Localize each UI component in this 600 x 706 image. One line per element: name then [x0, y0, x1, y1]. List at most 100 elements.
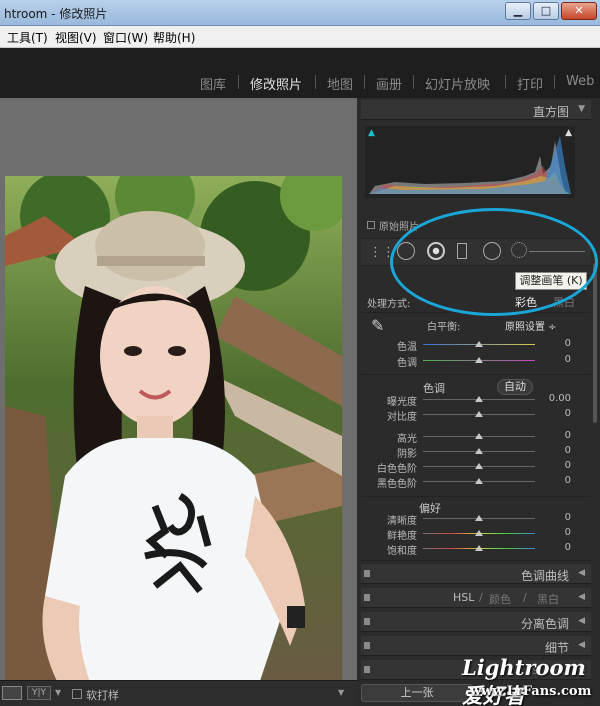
auto-tone-button[interactable]: 自动 [497, 379, 533, 395]
highlight-ellipse [390, 208, 598, 316]
show-original-checkbox[interactable] [367, 221, 375, 229]
slider-label: 曝光度 [387, 397, 417, 408]
treatment-label: 处理方式: [367, 299, 411, 310]
histogram-panel-header[interactable]: 直方图 ▼ [361, 100, 591, 120]
slider-label: 清晰度 [387, 516, 417, 527]
before-after-button[interactable]: Y|Y [27, 686, 51, 700]
module-develop[interactable]: 修改照片 [250, 74, 302, 93]
slider-thumb[interactable] [475, 515, 483, 521]
white-balance-label: 白平衡: [427, 322, 461, 333]
slider-value[interactable]: 0.00 [541, 393, 571, 404]
portrait-photo [5, 176, 342, 696]
panel-toggle-icon[interactable] [364, 618, 370, 625]
module-web[interactable]: Web [566, 74, 594, 89]
minimize-button[interactable]: ▁ [505, 2, 531, 20]
slider-value[interactable]: 0 [541, 338, 571, 349]
slider-value[interactable]: 0 [541, 475, 571, 486]
slider-value[interactable]: 0 [541, 408, 571, 419]
color-tab[interactable]: 颜色 [489, 591, 511, 607]
slider-thumb[interactable] [475, 411, 483, 417]
slider-label: 色调 [397, 358, 417, 369]
detail-title: 细节 [544, 641, 569, 655]
expand-triangle-icon[interactable]: ◀ [578, 592, 585, 602]
slider-value[interactable]: 0 [541, 460, 571, 471]
menu-tools[interactable]: 工具(T) [7, 29, 48, 46]
loupe-view-icon[interactable] [2, 686, 22, 700]
tone-section-label: 色调 [423, 382, 445, 395]
tone-curve-title: 色调曲线 [520, 569, 569, 583]
expand-triangle-icon[interactable]: ◀ [578, 568, 585, 578]
detail-panel-header[interactable]: 细节 ◀ [361, 636, 591, 656]
module-separator [364, 75, 365, 89]
slider-value[interactable]: 0 [541, 430, 571, 441]
toolbar-menu-icon[interactable]: ▼ [338, 688, 344, 697]
soft-proof-label: 软打样 [86, 689, 119, 702]
divider [361, 560, 591, 561]
tab-separator: / [523, 591, 527, 604]
slider-value[interactable]: 0 [541, 354, 571, 365]
collapse-triangle-icon[interactable]: ▼ [578, 104, 585, 114]
presence-section-label: 偏好 [419, 502, 441, 515]
slider-thumb[interactable] [475, 357, 483, 363]
panel-toggle-icon[interactable] [364, 594, 370, 601]
slider-thumb[interactable] [475, 448, 483, 454]
bottom-toolbar: Y|Y ▼ 软打样 ▼ [0, 680, 357, 706]
watermark-url: www.LrFans.com [470, 684, 592, 699]
chevron-down-icon[interactable]: ▼ [55, 688, 61, 697]
slider-label: 色温 [397, 342, 417, 353]
slider-label: 阴影 [397, 449, 417, 460]
white-balance-picker-icon[interactable]: ✎ [371, 316, 384, 335]
slider-label: 高光 [397, 434, 417, 445]
module-book[interactable]: 画册 [376, 74, 402, 93]
histogram-title: 直方图 [532, 105, 569, 119]
slider-thumb[interactable] [475, 545, 483, 551]
maximize-button[interactable]: □ [533, 2, 559, 20]
module-library[interactable]: 图库 [200, 74, 226, 93]
menu-view[interactable]: 视图(V) [55, 29, 97, 46]
tone-curve-panel-header[interactable]: 色调曲线 ◀ [361, 564, 591, 584]
divider [361, 374, 591, 375]
panel-toggle-icon[interactable] [364, 666, 370, 673]
slider-thumb[interactable] [475, 463, 483, 469]
split-toning-title: 分离色调 [520, 617, 569, 631]
slider-label: 对比度 [387, 412, 417, 423]
menu-bar: 工具(T) 视图(V) 窗口(W) 帮助(H) [0, 26, 600, 48]
photo-preview[interactable] [5, 176, 342, 696]
slider-thumb[interactable] [475, 396, 483, 402]
module-separator [413, 75, 414, 89]
slider-thumb[interactable] [475, 341, 483, 347]
module-print[interactable]: 打印 [517, 74, 543, 93]
panel-scrollbar[interactable] [593, 263, 597, 423]
menu-window[interactable]: 窗口(W) [103, 29, 148, 46]
divider [361, 496, 591, 497]
slider-label: 饱和度 [387, 546, 417, 557]
module-map[interactable]: 地图 [327, 74, 353, 93]
window-title: htroom - 修改照片 [4, 7, 108, 21]
slider-value[interactable]: 0 [541, 527, 571, 538]
bw-tab[interactable]: 黑白 [537, 591, 559, 607]
expand-triangle-icon[interactable]: ◀ [578, 616, 585, 626]
split-toning-panel-header[interactable]: 分离色调 ◀ [361, 612, 591, 632]
slider-value[interactable]: 0 [541, 445, 571, 456]
window-titlebar: htroom - 修改照片 ▁ □ ✕ [0, 0, 600, 26]
slider-value[interactable]: 0 [541, 542, 571, 553]
panel-toggle-icon[interactable] [364, 642, 370, 649]
panel-toggle-icon[interactable] [364, 570, 370, 577]
hsl-panel-header[interactable]: HSL / 颜色 / 黑白 ◀ [361, 588, 591, 608]
slider-thumb[interactable] [475, 433, 483, 439]
close-button[interactable]: ✕ [561, 2, 597, 20]
expand-triangle-icon[interactable]: ◀ [578, 640, 585, 650]
menu-help[interactable]: 帮助(H) [153, 29, 195, 46]
slider-thumb[interactable] [475, 478, 483, 484]
soft-proof-checkbox[interactable] [72, 689, 82, 699]
module-slideshow[interactable]: 幻灯片放映 [425, 74, 490, 93]
photo-canvas[interactable] [0, 98, 357, 696]
histogram-graph[interactable]: ▲ ▲ [365, 126, 575, 198]
slider-value[interactable]: 0 [541, 512, 571, 523]
previous-button[interactable]: 上一张 [361, 684, 473, 702]
hsl-tab[interactable]: HSL [453, 591, 474, 604]
slider-thumb[interactable] [475, 530, 483, 536]
slider-label: 白色色阶 [377, 464, 417, 475]
white-balance-select[interactable]: 原照设置 ÷ [505, 318, 557, 333]
module-separator [554, 75, 555, 89]
